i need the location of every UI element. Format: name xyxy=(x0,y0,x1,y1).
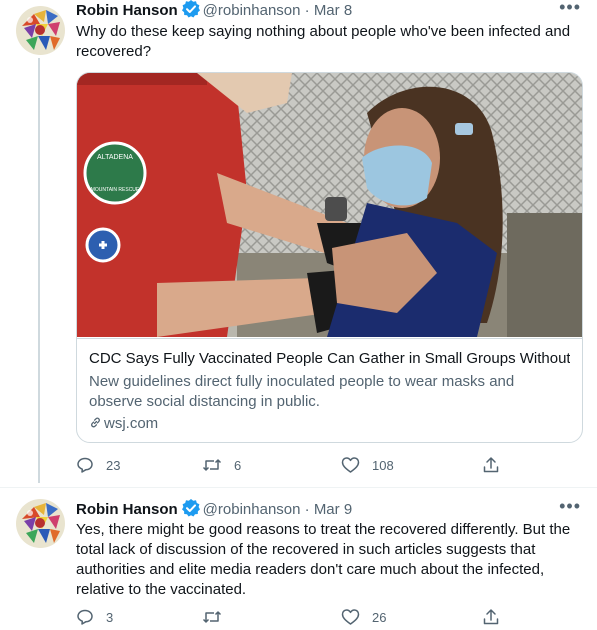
link-card[interactable]: ALTADENA MOUNTAIN RESCUE CDC Says Fully … xyxy=(76,72,583,443)
author-handle[interactable]: @robinhanson xyxy=(203,2,301,19)
share-icon xyxy=(483,457,499,473)
reply-count: 23 xyxy=(106,457,121,473)
tweet-divider xyxy=(0,487,597,488)
tweet-header: Robin Hanson @robinhanson · Mar 9 ••• xyxy=(76,496,581,521)
reply-button[interactable]: 3 xyxy=(76,608,113,626)
separator-dot: · xyxy=(304,501,310,518)
tweet-1[interactable]: Robin Hanson @robinhanson · Mar 8 ••• Why… xyxy=(0,0,597,483)
tweet-actions: 3 26 xyxy=(76,608,581,628)
card-domain[interactable]: wsj.com xyxy=(89,415,158,432)
author-name[interactable]: Robin Hanson xyxy=(76,2,178,19)
like-icon xyxy=(341,457,360,473)
like-icon xyxy=(341,609,360,625)
tweet-2[interactable]: Robin Hanson @robinhanson · Mar 9 ••• Yes… xyxy=(0,496,597,630)
share-button[interactable] xyxy=(482,456,500,474)
retweet-button[interactable]: 6 xyxy=(202,456,241,474)
link-icon xyxy=(91,417,100,428)
author-name[interactable]: Robin Hanson xyxy=(76,501,178,518)
separator-dot: · xyxy=(304,2,310,19)
card-description: New guidelines direct fully inoculated p… xyxy=(89,373,515,410)
share-button[interactable] xyxy=(482,608,500,626)
avatar[interactable] xyxy=(16,499,65,548)
card-domain-text: wsj.com xyxy=(104,415,159,432)
author-handle[interactable]: @robinhanson xyxy=(203,501,301,518)
share-icon xyxy=(483,609,499,625)
patch-text-altadena: ALTADENA xyxy=(97,154,133,161)
like-count: 108 xyxy=(372,457,394,473)
tweet-date[interactable]: Mar 9 xyxy=(314,501,352,518)
like-button[interactable]: 26 xyxy=(341,608,386,626)
avatar[interactable] xyxy=(16,6,65,55)
retweet-button[interactable] xyxy=(202,608,234,626)
tweet-date[interactable]: Mar 8 xyxy=(314,2,352,19)
patch-text-mountain-rescue: MOUNTAIN RESCUE xyxy=(91,187,140,193)
card-body: CDC Says Fully Vaccinated People Can Gat… xyxy=(77,338,582,442)
more-options-icon[interactable]: ••• xyxy=(559,495,581,517)
card-title[interactable]: CDC Says Fully Vaccinated People Can Gat… xyxy=(89,349,570,369)
retweet-icon xyxy=(202,459,222,471)
reply-button[interactable]: 23 xyxy=(76,456,120,474)
tweet-text: Why do these keep saying nothing about p… xyxy=(76,23,571,60)
like-button[interactable]: 108 xyxy=(341,456,394,474)
tweet-text: Yes, there might be good reasons to trea… xyxy=(76,521,571,598)
retweet-count: 6 xyxy=(234,457,242,473)
more-options-icon[interactable]: ••• xyxy=(559,0,581,18)
tweet-header: Robin Hanson @robinhanson · Mar 8 ••• xyxy=(76,0,581,22)
tweet-actions: 23 6 108 xyxy=(76,456,581,476)
retweet-icon xyxy=(202,611,222,623)
reply-icon xyxy=(77,609,93,625)
card-image: ALTADENA MOUNTAIN RESCUE xyxy=(77,73,582,337)
reply-icon xyxy=(77,457,93,473)
like-count: 26 xyxy=(372,609,387,625)
reply-count: 3 xyxy=(106,609,114,625)
